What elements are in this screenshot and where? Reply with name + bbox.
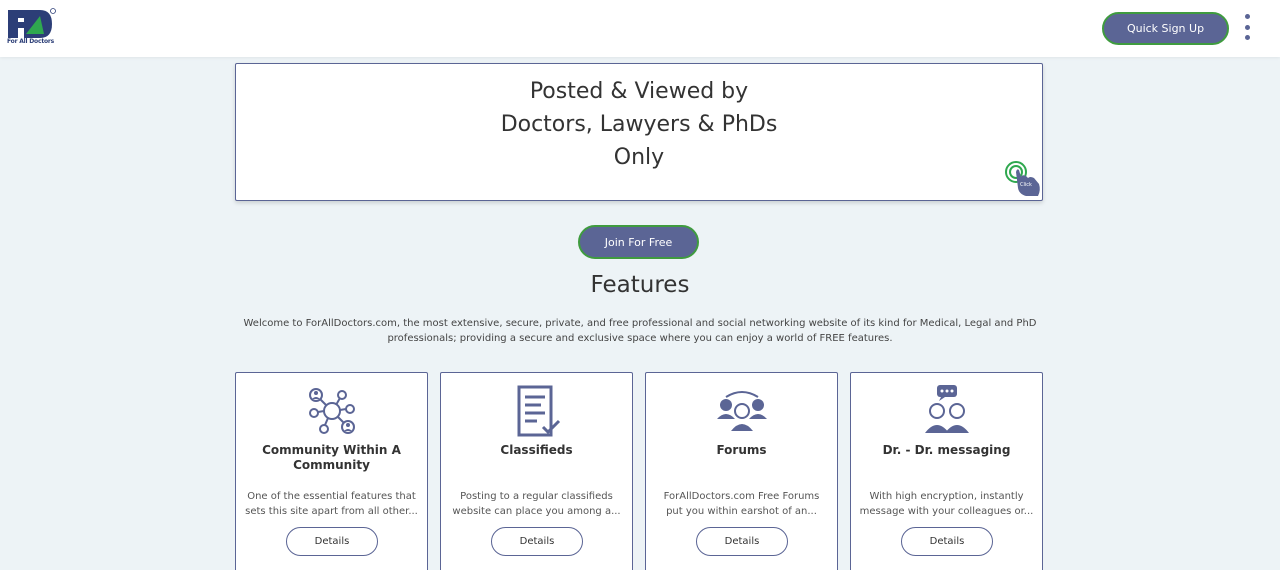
feature-card-forums[interactable]: Forums ForAllDoctors.com Free Forums put… — [645, 372, 838, 570]
features-heading: Features — [590, 272, 690, 298]
feature-card-messaging[interactable]: Dr. - Dr. messaging With high encryption… — [850, 372, 1043, 570]
details-button[interactable]: Details — [491, 527, 583, 556]
menu-dot — [1244, 24, 1250, 30]
join-for-free-button[interactable]: Join For Free — [578, 225, 699, 259]
details-button[interactable]: Details — [286, 527, 378, 556]
feature-card-title: Forums — [716, 443, 767, 457]
logo-text: For All Doctors — [7, 38, 55, 45]
hero-banner[interactable]: Posted & Viewed by Doctors, Lawyers & Ph… — [235, 63, 1043, 201]
feature-card-title: Classifieds — [500, 443, 573, 457]
doctor-messaging-icon — [925, 385, 969, 433]
more-vertical-icon[interactable] — [1241, 14, 1253, 40]
feature-card-community[interactable]: Community Within A Community One of the … — [235, 372, 428, 570]
feature-card-desc: Posting to a regular classifieds website… — [452, 491, 621, 517]
banner-line-1: Posted & Viewed by — [529, 79, 749, 104]
quick-sign-up-button[interactable]: Quick Sign Up — [1102, 12, 1229, 45]
feature-card-title: Dr. - Dr. messaging — [882, 443, 1011, 457]
click-hand-icon — [1005, 161, 1040, 196]
banner-line-3: Only — [613, 145, 665, 170]
details-button[interactable]: Details — [901, 527, 993, 556]
feature-card-desc: With high encryption, instantly message … — [859, 491, 1034, 517]
feature-card-classifieds[interactable]: Classifieds Posting to a regular classif… — [440, 372, 633, 570]
feature-card-title: Community Within A Community — [262, 443, 401, 472]
community-network-icon — [309, 388, 355, 434]
click-label: Click — [1020, 182, 1032, 188]
forum-group-icon — [717, 391, 767, 431]
top-navbar: For All Doctors Quick Sign Up — [0, 0, 1280, 57]
menu-dot — [1244, 35, 1250, 40]
banner-line-2: Doctors, Lawyers & PhDs — [500, 112, 778, 137]
details-button[interactable]: Details — [696, 527, 788, 556]
feature-card-desc: ForAllDoctors.com Free Forums put you wi… — [663, 491, 820, 517]
document-check-icon — [517, 385, 561, 437]
feature-card-desc: One of the essential features that sets … — [245, 491, 418, 517]
features-description: Welcome to ForAllDoctors.com, the most e… — [243, 318, 1037, 344]
menu-dot — [1244, 14, 1250, 19]
logo-icon — [8, 8, 56, 38]
